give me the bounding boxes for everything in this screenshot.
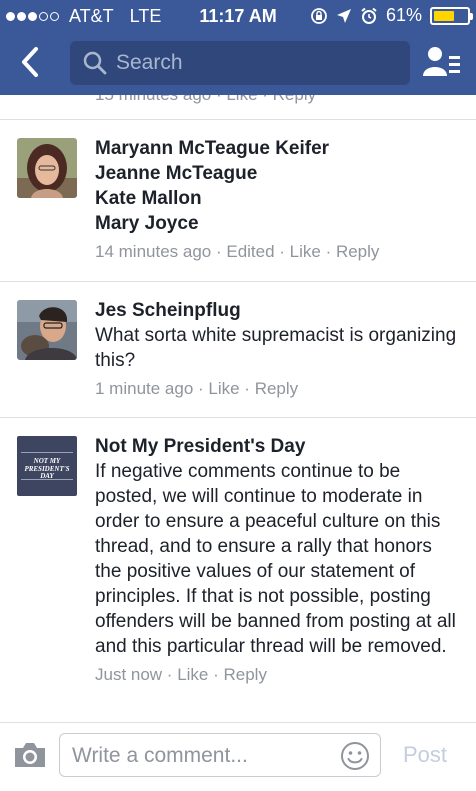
comment-meta: Just now · Like · Reply: [95, 665, 267, 684]
svg-text:NOT MY: NOT MY: [33, 457, 61, 465]
avatar[interactable]: [17, 138, 77, 198]
comment-author[interactable]: Not My President's Day: [95, 434, 460, 459]
comment-item: NOT MY PRESIDENT'S DAY Not My President'…: [0, 418, 476, 722]
tagged-name[interactable]: Jeanne McTeague: [95, 161, 460, 186]
search-placeholder: Search: [116, 51, 183, 74]
battery-percent: 61%: [385, 5, 422, 25]
alarm-icon: [361, 7, 377, 24]
comment-input[interactable]: Write a comment...: [59, 733, 381, 777]
camera-icon[interactable]: [12, 740, 48, 770]
comment-author[interactable]: Jes Scheinpflug: [95, 298, 460, 323]
comment-item: Maryann McTeague Keifer Jeanne McTeague …: [0, 120, 476, 282]
battery-icon: [430, 6, 473, 25]
partial-meta-text: 15 minutes ago · Like · Reply: [95, 95, 316, 105]
comment-meta: 14 minutes ago · Edited · Like · Reply: [95, 242, 380, 261]
comment-item: Jes Scheinpflug What sorta white suprema…: [0, 282, 476, 418]
avatar[interactable]: [17, 300, 77, 360]
search-bar[interactable]: Search: [70, 41, 410, 85]
rotation-lock-icon: [311, 7, 327, 24]
search-icon: [83, 51, 107, 75]
comment-text: If negative comments continue to be post…: [95, 461, 456, 657]
svg-text:DAY: DAY: [39, 472, 54, 480]
header: AT&T LTE 11:17 AM 61% Search: [0, 0, 476, 95]
post-button[interactable]: Post: [403, 742, 447, 768]
back-arrow-icon[interactable]: [16, 44, 46, 80]
tagged-name[interactable]: Kate Mallon: [95, 186, 460, 211]
friends-list-icon[interactable]: [422, 44, 462, 80]
comment-input-placeholder: Write a comment...: [72, 744, 248, 767]
comment-composer: Write a comment... Post: [0, 722, 476, 791]
partial-comment-meta: 15 minutes ago · Like · Reply: [0, 95, 476, 120]
status-bar: AT&T LTE 11:17 AM 61%: [0, 0, 476, 32]
avatar[interactable]: NOT MY PRESIDENT'S DAY: [17, 436, 77, 496]
tagged-name[interactable]: Mary Joyce: [95, 211, 460, 236]
comment-author[interactable]: Maryann McTeague Keifer: [95, 136, 460, 161]
comment-meta: 1 minute ago · Like · Reply: [95, 379, 299, 398]
comment-text: What sorta white supremacist is organizi…: [95, 325, 457, 371]
navigation-bar: Search: [0, 32, 476, 95]
emoji-icon[interactable]: [340, 741, 370, 771]
location-arrow-icon: [336, 8, 351, 23]
